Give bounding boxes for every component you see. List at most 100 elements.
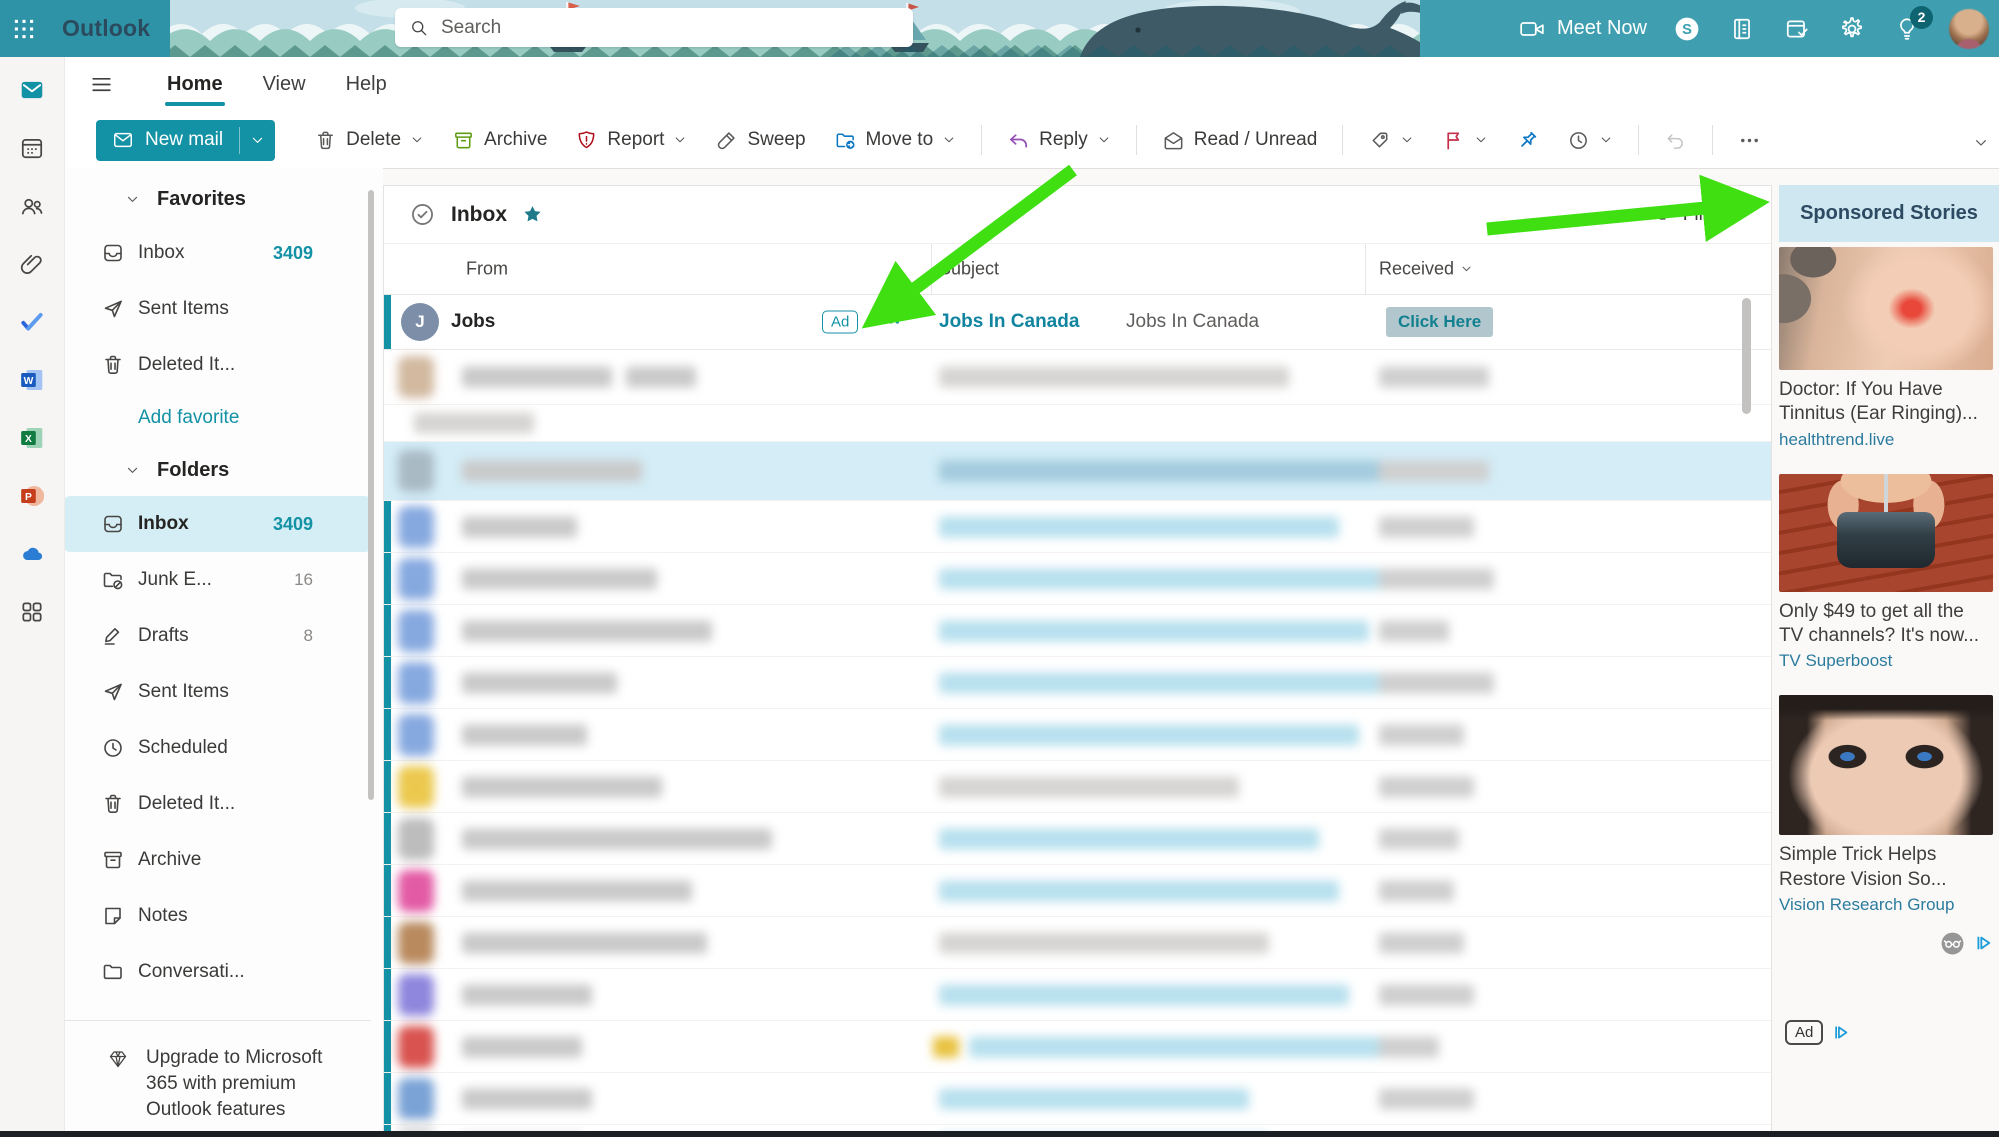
- email-row-redacted[interactable]: [384, 605, 1771, 657]
- flag-button[interactable]: [1431, 119, 1499, 161]
- rail-more-apps-icon[interactable]: [17, 597, 47, 627]
- story-source-link[interactable]: TV Superboost: [1779, 651, 1999, 671]
- adchoices-icon[interactable]: [1973, 933, 1993, 953]
- email-row-redacted[interactable]: [384, 865, 1771, 917]
- upgrade-banner[interactable]: Upgrade to Microsoft 365 with premium Ou…: [64, 1020, 371, 1124]
- reply-arrow-icon: [1007, 129, 1030, 152]
- folder-icon: [101, 960, 125, 984]
- filter-button[interactable]: Filter: [1652, 204, 1725, 226]
- account-avatar[interactable]: [1949, 9, 1989, 49]
- email-row-redacted[interactable]: [384, 1073, 1771, 1125]
- email-row-redacted[interactable]: [384, 969, 1771, 1021]
- sponsored-story[interactable]: Doctor: If You Have Tinnitus (Ear Ringin…: [1779, 247, 1999, 450]
- email-row-redacted[interactable]: [384, 813, 1771, 865]
- search-box[interactable]: [395, 8, 913, 47]
- date-group-row[interactable]: [384, 405, 1771, 442]
- tab-home[interactable]: Home: [157, 57, 233, 112]
- folder-pane-scrollbar[interactable]: [368, 190, 374, 800]
- rail-excel-icon[interactable]: X: [17, 423, 47, 453]
- sidebar-item-sent-items[interactable]: Sent Items: [64, 281, 383, 337]
- hamburger-menu-button[interactable]: [89, 68, 123, 102]
- email-row-redacted[interactable]: [384, 442, 1771, 501]
- column-from[interactable]: From: [466, 259, 508, 280]
- snooze-button[interactable]: [1556, 119, 1624, 161]
- avatar: J: [401, 303, 439, 341]
- email-row-redacted[interactable]: [384, 350, 1771, 405]
- onenote-feed-button[interactable]: [1729, 15, 1757, 43]
- list-scrollbar[interactable]: [1742, 298, 1751, 1129]
- more-options-icon[interactable]: [880, 311, 902, 333]
- reply-button[interactable]: Reply: [996, 119, 1122, 161]
- top-app-bar: Outlook Meet Now S 2: [0, 0, 1999, 57]
- sidebar-item-deleted-it[interactable]: Deleted It...: [64, 776, 383, 832]
- tab-help[interactable]: Help: [336, 57, 397, 112]
- favorite-star-icon[interactable]: [521, 203, 545, 227]
- email-row-redacted[interactable]: [384, 657, 1771, 709]
- sidebar-item-inbox[interactable]: Inbox3409: [64, 225, 383, 281]
- sidebar-item-junk-e[interactable]: Junk E...16: [64, 552, 383, 608]
- select-all-icon[interactable]: [409, 201, 437, 229]
- story-source-link[interactable]: Vision Research Group: [1779, 895, 1999, 915]
- send-icon: [101, 297, 125, 321]
- folders-section-header[interactable]: Folders: [64, 439, 383, 496]
- folders-list: Inbox3409Junk E...16Drafts8Sent ItemsSch…: [64, 496, 383, 1000]
- rail-mail-icon[interactable]: [17, 75, 47, 105]
- click-here-button[interactable]: Click Here: [1386, 307, 1493, 337]
- add-favorite-button[interactable]: Add favorite: [64, 393, 383, 439]
- sender-name: Jobs: [451, 311, 495, 333]
- meet-now-button[interactable]: Meet Now: [1519, 16, 1647, 42]
- rail-people-icon[interactable]: [17, 191, 47, 221]
- tab-view[interactable]: View: [253, 57, 316, 112]
- archive-button[interactable]: Archive: [441, 119, 558, 161]
- sidebar-item-archive[interactable]: Archive: [64, 832, 383, 888]
- email-row-redacted[interactable]: [384, 709, 1771, 761]
- sidebar-item-inbox[interactable]: Inbox3409: [64, 496, 371, 552]
- column-received[interactable]: Received: [1379, 259, 1473, 280]
- sidebar-item-drafts[interactable]: Drafts8: [64, 608, 383, 664]
- sponsored-story[interactable]: Only $49 to get all the TV channels? It'…: [1779, 474, 1999, 672]
- sponsored-story[interactable]: Simple Trick Helps Restore Vision So...V…: [1779, 695, 1999, 915]
- ad-email-row[interactable]: J Jobs Ad Jobs In Canada Jobs In Canada …: [384, 295, 1771, 350]
- sweep-button[interactable]: Sweep: [704, 119, 816, 161]
- sidebar-item-notes[interactable]: Notes: [64, 888, 383, 944]
- more-commands-button[interactable]: [1727, 119, 1772, 161]
- email-row-redacted[interactable]: [384, 761, 1771, 813]
- rail-calendar-icon[interactable]: [17, 133, 47, 163]
- favorites-section-header[interactable]: Favorites: [64, 168, 383, 225]
- read-unread-button[interactable]: Read / Unread: [1151, 119, 1329, 161]
- sidebar-item-sent-items[interactable]: Sent Items: [64, 664, 383, 720]
- sidebar-item-deleted-it[interactable]: Deleted It...: [64, 337, 383, 393]
- story-headline: Doctor: If You Have Tinnitus (Ear Ringin…: [1779, 378, 1993, 427]
- undo-button[interactable]: [1653, 119, 1698, 161]
- adchoices-icon[interactable]: [1831, 1023, 1850, 1042]
- settings-gear-icon[interactable]: [1839, 15, 1867, 43]
- rail-onedrive-icon[interactable]: [17, 539, 47, 569]
- search-input[interactable]: [439, 16, 899, 40]
- rail-todo-icon[interactable]: [17, 307, 47, 337]
- new-mail-split-chevron[interactable]: [240, 120, 275, 161]
- email-row-redacted[interactable]: [384, 917, 1771, 969]
- rail-powerpoint-icon[interactable]: P: [17, 481, 47, 511]
- report-button[interactable]: Report: [564, 119, 698, 161]
- pin-button[interactable]: [1505, 119, 1550, 161]
- new-mail-button[interactable]: New mail: [96, 120, 275, 161]
- move-to-button[interactable]: Move to: [823, 119, 968, 161]
- email-row-redacted[interactable]: [384, 553, 1771, 605]
- sidebar-item-conversati[interactable]: Conversati...: [64, 944, 383, 1000]
- ad-provider-icon[interactable]: [1940, 931, 1965, 956]
- rail-word-icon[interactable]: W: [17, 365, 47, 395]
- categorize-tag-button[interactable]: [1357, 119, 1425, 161]
- tips-bulb-icon[interactable]: 2: [1894, 15, 1922, 43]
- sidebar-item-scheduled[interactable]: Scheduled: [64, 720, 383, 776]
- tag-icon: [1368, 129, 1391, 152]
- my-day-tasks-button[interactable]: [1784, 15, 1812, 43]
- email-row-redacted[interactable]: [384, 1021, 1771, 1073]
- app-launcher-icon[interactable]: [0, 0, 48, 57]
- skype-button[interactable]: S: [1674, 15, 1702, 43]
- delete-button[interactable]: Delete: [303, 119, 435, 161]
- rail-attachments-icon[interactable]: [17, 249, 47, 279]
- story-source-link[interactable]: healthtrend.live: [1779, 430, 1999, 450]
- column-subject[interactable]: Subject: [939, 259, 999, 280]
- email-row-redacted[interactable]: [384, 501, 1771, 553]
- ribbon-collapse-chevron[interactable]: [1973, 134, 1991, 152]
